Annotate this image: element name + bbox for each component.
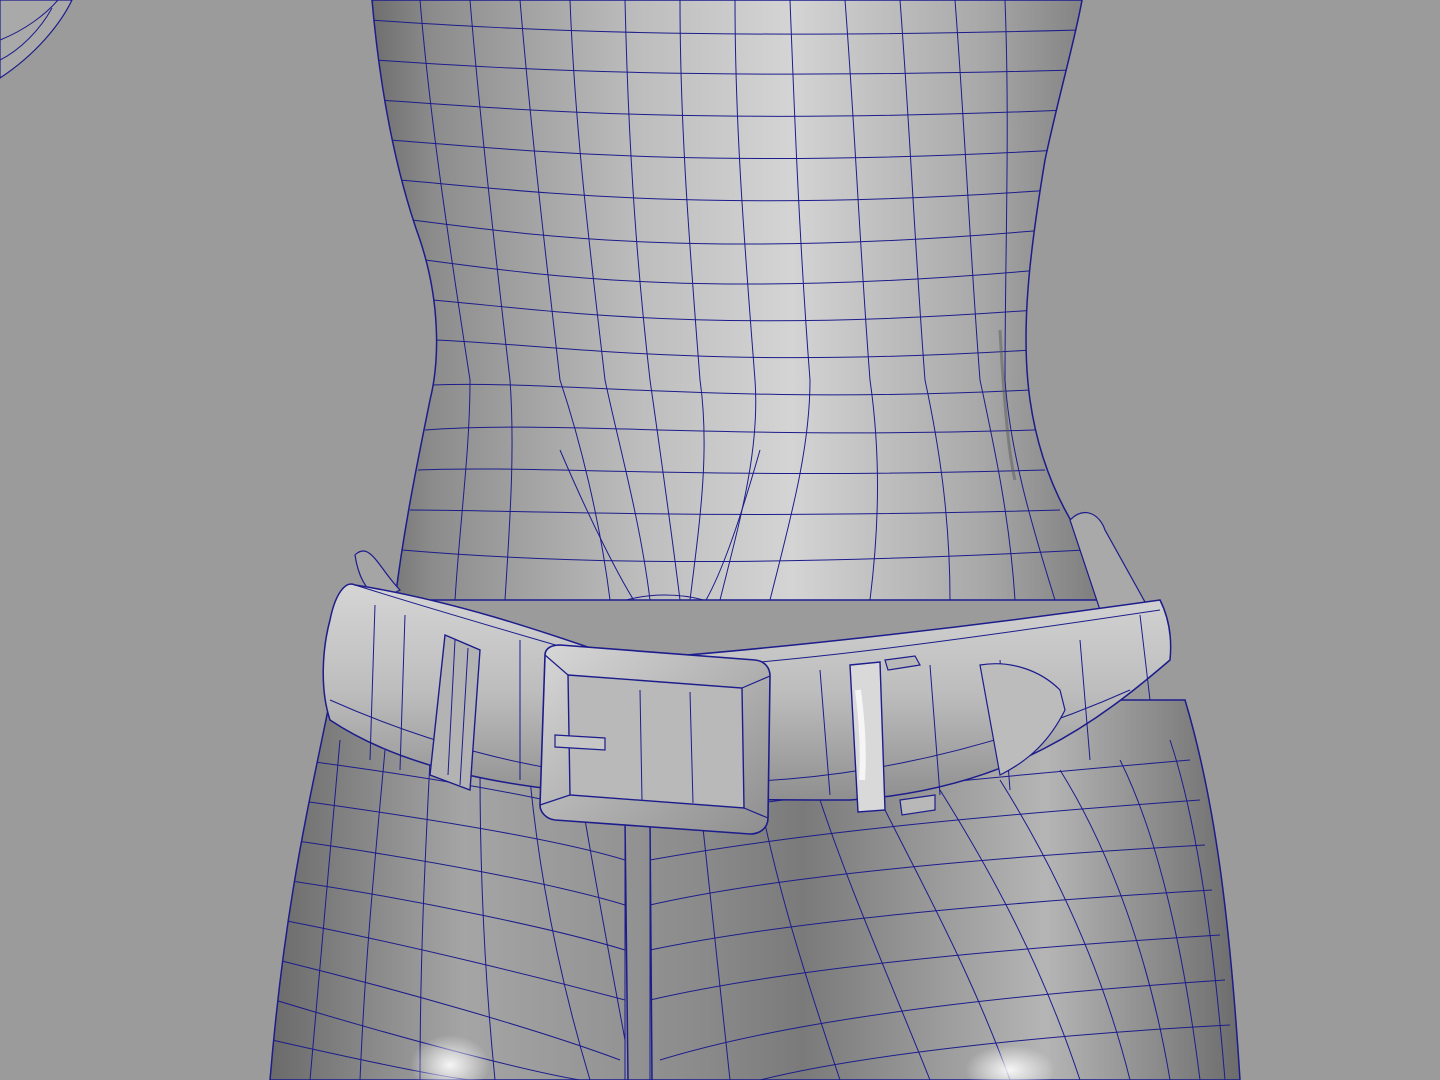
viewport-canvas[interactable] — [0, 0, 1440, 1080]
3d-viewport[interactable] — [0, 0, 1440, 1080]
torso-mesh[interactable] — [370, 0, 1137, 610]
left-arm-mesh[interactable] — [0, 0, 73, 79]
buckle-mesh[interactable] — [539, 644, 771, 835]
